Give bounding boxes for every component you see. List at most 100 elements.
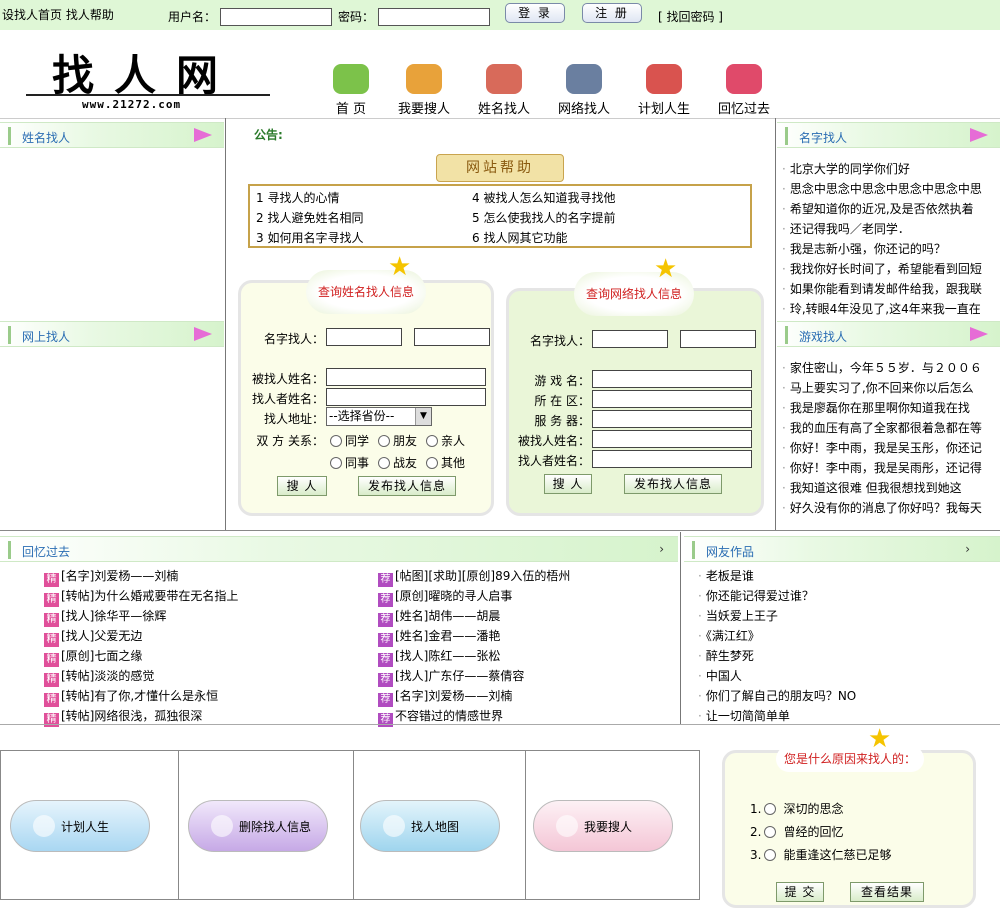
list-item[interactable]: 我的血压有高了全家都很着急都在等 <box>782 419 982 436</box>
game-name-input[interactable] <box>592 370 752 388</box>
last-name-input[interactable] <box>680 330 756 348</box>
publish-button[interactable]: 发布找人信息 <box>358 476 456 496</box>
nav-name-search[interactable]: 姓名找人 <box>474 64 534 118</box>
list-item[interactable]: 荐 [姓名]金君——潘艳 <box>378 627 500 647</box>
list-item[interactable]: 家住密山，今年５５岁．与２００６ <box>782 359 982 376</box>
list-item[interactable]: 精 [转帖]为什么婚戒要带在无名指上 <box>44 587 238 607</box>
help-link[interactable]: 5 怎么使我找人的名字提前 <box>472 209 615 226</box>
server-label: 服 务 器： <box>534 414 590 428</box>
help-link[interactable]: 3 如何用名字寻找人 <box>256 229 363 246</box>
works-head: 网友作品 › <box>684 536 1000 562</box>
relation-radio[interactable]: 亲人 <box>426 432 465 449</box>
document-icon <box>556 815 578 837</box>
username-input[interactable] <box>220 8 332 26</box>
list-item[interactable]: 你们了解自己的朋友吗？NO <box>698 687 988 704</box>
list-item[interactable]: 中国人 <box>698 667 988 684</box>
more-link[interactable]: › <box>659 542 664 556</box>
list-item[interactable]: 你好！李中雨，我是吴雨彤，还记得 <box>782 459 982 476</box>
find-password-link[interactable]: [ 找回密码 ] <box>658 9 723 25</box>
relation-radio[interactable]: 同学 <box>330 432 369 449</box>
plan-life-button[interactable]: 计划人生 <box>10 800 150 852</box>
poll-option[interactable]: 1. 深切的思念 <box>750 800 843 817</box>
list-item[interactable]: 荐 [姓名]胡伟——胡晨 <box>378 607 500 627</box>
nav-memories[interactable]: 回忆过去 <box>714 64 774 118</box>
target-name-input[interactable] <box>326 368 486 386</box>
relation-radio[interactable]: 朋友 <box>378 432 417 449</box>
nav-home[interactable]: 首 页 <box>328 64 374 118</box>
help-link[interactable]: 2 找人避免姓名相同 <box>256 209 363 226</box>
list-item[interactable]: 玲,转眼4年没见了,这4年来我一直在 <box>782 300 982 317</box>
list-item[interactable]: 荐 [帖图][求助][原创]89入伍的梧州 <box>378 567 570 587</box>
help-link[interactable]: 1 寻找人的心情 <box>256 189 339 206</box>
site-logo[interactable]: 找人网 www.21272.com <box>26 36 276 116</box>
poll-option[interactable]: 3. 能重逢这仁慈已足够 <box>750 846 891 863</box>
register-button[interactable]: 注 册 <box>582 3 642 23</box>
first-name-input[interactable] <box>326 328 402 346</box>
relation-radio[interactable]: 其他 <box>426 454 465 471</box>
list-item[interactable]: 《满江红》 <box>698 627 988 644</box>
password-input[interactable] <box>378 8 490 26</box>
more-link[interactable]: › <box>965 542 970 556</box>
list-item[interactable]: 你还能记得爱过谁？ <box>698 587 988 604</box>
delete-info-button[interactable]: 删除找人信息 <box>188 800 328 852</box>
list-item[interactable]: 醉生梦死 <box>698 647 988 664</box>
find-map-button[interactable]: 找人地图 <box>360 800 500 852</box>
list-item[interactable]: 荐 [找人]陈红——张松 <box>378 647 500 667</box>
seeker-name-input[interactable] <box>326 388 486 406</box>
help-link[interactable]: 6 找人网其它功能 <box>472 229 567 246</box>
list-item[interactable]: 我是志新小强，你还记的吗？ <box>782 240 982 257</box>
seeker-name-input[interactable] <box>592 450 752 468</box>
poll-results-button[interactable]: 查看结果 <box>850 882 924 902</box>
list-item[interactable]: 精 [找人]父爱无边 <box>44 627 142 647</box>
list-item[interactable]: 北京大学的同学你们好 <box>782 160 982 177</box>
first-name-input[interactable] <box>592 330 668 348</box>
right-head-game-search: 游戏找人 <box>777 321 1000 347</box>
list-item[interactable]: 老板是谁 <box>698 567 988 584</box>
list-item[interactable]: 荐 [原创]曜晓的寻人启事 <box>378 587 512 607</box>
target-name-input[interactable] <box>592 430 752 448</box>
list-item[interactable]: 我找你好长时间了，希望能看到回短 <box>782 260 982 277</box>
nav-plan-life[interactable]: 计划人生 <box>634 64 694 118</box>
panel-title: 回忆过去 <box>22 545 71 559</box>
list-item[interactable]: 让一切简简单单 <box>698 707 988 724</box>
list-item[interactable]: 荐 [名字]刘爱杨——刘楠 <box>378 687 512 707</box>
left-head-online-search: 网上找人 <box>0 321 224 347</box>
list-item[interactable]: 还记得我吗／老同学． <box>782 220 982 237</box>
list-item[interactable]: 思念中思念中思念中思念中思念中思 <box>782 180 982 197</box>
nav-search-people[interactable]: 我要搜人 <box>394 64 454 118</box>
search-button[interactable]: 搜 人 <box>277 476 327 496</box>
list-item[interactable]: 精 [名字]刘爱杨——刘楠 <box>44 567 178 587</box>
relation-radio[interactable]: 战友 <box>378 454 417 471</box>
seeker-name-label: 找人者姓名： <box>517 454 590 468</box>
search-button[interactable]: 搜 人 <box>544 474 592 494</box>
poll-option[interactable]: 2. 曾经的回忆 <box>750 823 843 840</box>
relation-radio[interactable]: 同事 <box>330 454 369 471</box>
login-button[interactable]: 登 录 <box>505 3 565 23</box>
list-item[interactable]: 我是廖磊你在那里啊你知道我在找 <box>782 399 982 416</box>
province-select[interactable]: --选择省份-- ▼ <box>326 407 432 426</box>
top-links[interactable]: 设找人首页 找人帮助 <box>2 7 114 23</box>
list-item[interactable]: 希望知道你的近况,及是否依然执着 <box>782 200 982 217</box>
list-item[interactable]: 如果你能看到请发邮件给我，跟我联 <box>782 280 982 297</box>
poll-submit-button[interactable]: 提 交 <box>776 882 824 902</box>
help-link[interactable]: 4 被找人怎么知道我寻找他 <box>472 189 615 206</box>
list-item[interactable]: 精 [转帖]有了你,才懂什么是永恒 <box>44 687 218 707</box>
list-item[interactable]: 精 [原创]七面之缘 <box>44 647 142 667</box>
list-item[interactable]: 好久没有你的消息了你好吗？我每天 <box>782 499 982 516</box>
list-item[interactable]: 我知道这很难 但我很想找到她这 <box>782 479 982 496</box>
section-divider <box>0 530 1000 531</box>
nav-network-search[interactable]: 网络找人 <box>554 64 614 118</box>
list-item[interactable]: 精 [找人]徐华平—徐辉 <box>44 607 166 627</box>
list-item[interactable]: 当妖爱上王子 <box>698 607 988 624</box>
help-box: 1 寻找人的心情 2 找人避免姓名相同 3 如何用名字寻找人 4 被找人怎么知道… <box>248 184 752 248</box>
server-input[interactable] <box>592 410 752 428</box>
region-input[interactable] <box>592 390 752 408</box>
list-item[interactable]: 精 [转帖]淡淡的感觉 <box>44 667 154 687</box>
search-people-button[interactable]: 我要搜人 <box>533 800 673 852</box>
list-item[interactable]: 你好！李中雨，我是吴玉彤，你还记 <box>782 439 982 456</box>
list-item[interactable]: 马上要实习了,你不回来你以后怎么 <box>782 379 982 396</box>
last-name-input[interactable] <box>414 328 490 346</box>
list-item[interactable]: 荐 [找人]广东仔——蔡倩容 <box>378 667 524 687</box>
publish-button[interactable]: 发布找人信息 <box>624 474 722 494</box>
panel-title: 网上找人 <box>22 330 71 344</box>
